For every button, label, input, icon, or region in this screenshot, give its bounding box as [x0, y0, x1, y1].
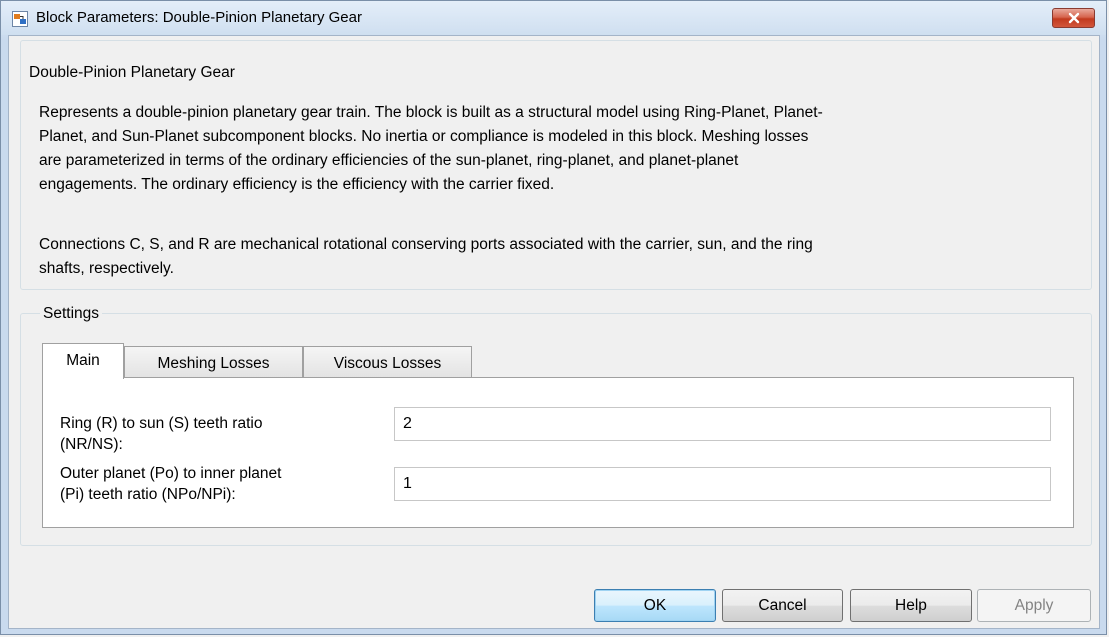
description-line-4: engagements. The ordinary efficiency is …: [39, 176, 555, 193]
tab-meshing-losses-label: Meshing Losses: [157, 355, 270, 372]
tab-viscous-losses[interactable]: Viscous Losses: [303, 346, 472, 379]
tab-main-label: Main: [66, 352, 100, 369]
ring-sun-ratio-label-line1: Ring (R) to sun (S) teeth ratio: [60, 415, 263, 432]
close-button[interactable]: [1052, 8, 1095, 28]
help-button[interactable]: Help: [850, 589, 972, 622]
planet-ratio-label-line2: (Pi) teeth ratio (NPo/NPi):: [60, 486, 236, 503]
cancel-button-label: Cancel: [758, 597, 807, 614]
planet-ratio-label-line1: Outer planet (Po) to inner planet: [60, 465, 282, 482]
cancel-button[interactable]: Cancel: [722, 589, 843, 622]
description-line-3: are parameterized in terms of the ordina…: [39, 152, 739, 169]
description-line-1: Represents a double-pinion planetary gea…: [39, 104, 823, 121]
tab-main[interactable]: Main: [42, 343, 124, 379]
description-line-6: shafts, respectively.: [39, 260, 174, 277]
ring-sun-ratio-label-line2: (NR/NS):: [60, 436, 123, 453]
ring-sun-ratio-label: Ring (R) to sun (S) teeth ratio (NR/NS):: [60, 413, 262, 455]
planet-ratio-label: Outer planet (Po) to inner planet (Pi) t…: [60, 463, 281, 505]
description-group-title: Double-Pinion Planetary Gear: [26, 64, 238, 82]
window-title: Block Parameters: Double-Pinion Planetar…: [36, 9, 362, 26]
apply-button-label: Apply: [1014, 597, 1054, 614]
ok-button[interactable]: OK: [594, 589, 716, 622]
tab-viscous-losses-label: Viscous Losses: [333, 355, 442, 372]
description-line-2: Planet, and Sun-Planet subcomponent bloc…: [39, 128, 809, 145]
help-button-label: Help: [895, 597, 927, 614]
title-bar[interactable]: Block Parameters: Double-Pinion Planetar…: [1, 1, 1106, 35]
block-parameters-icon: [12, 11, 28, 27]
description-line-5: Connections C, S, and R are mechanical r…: [39, 236, 813, 253]
planet-ratio-input[interactable]: [394, 467, 1051, 501]
apply-button[interactable]: Apply: [977, 589, 1091, 622]
ring-sun-ratio-input[interactable]: [394, 407, 1051, 441]
ok-button-label: OK: [643, 597, 667, 614]
settings-group-title: Settings: [40, 305, 103, 323]
tab-meshing-losses[interactable]: Meshing Losses: [124, 346, 303, 379]
close-icon: [1068, 12, 1080, 24]
